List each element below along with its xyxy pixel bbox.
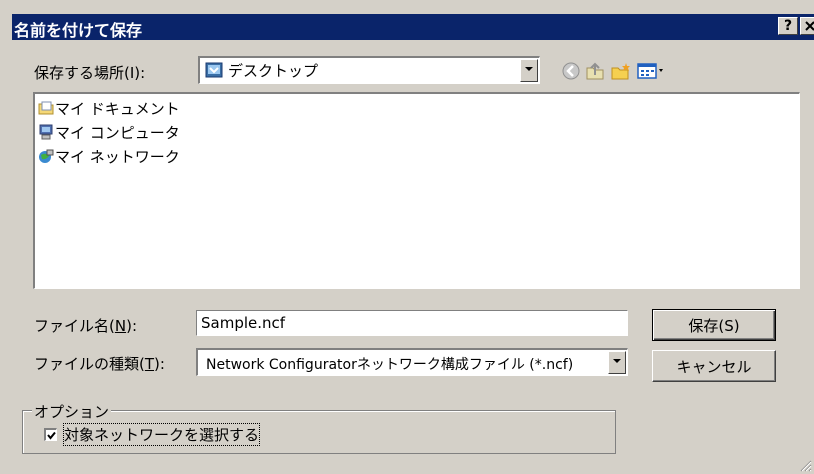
- resize-grip-icon[interactable]: [798, 458, 812, 472]
- close-button[interactable]: [800, 17, 814, 35]
- view-menu-icon[interactable]: [636, 60, 666, 82]
- save-as-dialog: 名前を付けて保存 ? 保存する場所(I): デスクトップ マイ ドキュメント マ…: [0, 0, 814, 474]
- save-in-dropdown-button[interactable]: [520, 59, 538, 82]
- file-type-label: ファイルの種類(T):: [34, 355, 165, 373]
- help-button[interactable]: ?: [778, 17, 798, 35]
- list-item-label: マイ ドキュメント: [55, 100, 180, 118]
- back-icon[interactable]: [560, 60, 582, 82]
- close-icon: [805, 21, 814, 31]
- select-network-label[interactable]: 対象ネットワークを選択する: [62, 423, 261, 446]
- file-name-field[interactable]: [196, 310, 628, 336]
- save-button[interactable]: 保存(S): [652, 309, 776, 341]
- save-in-value: デスクトップ: [228, 62, 319, 80]
- list-item-label: マイ コンピュータ: [55, 124, 180, 142]
- window-title: 名前を付けて保存: [14, 21, 143, 40]
- my-computer-icon: [39, 124, 53, 140]
- file-type-value: Network Configuratorネットワーク構成ファイル (*.ncf): [206, 357, 574, 373]
- save-in-combo[interactable]: デスクトップ: [198, 56, 540, 84]
- checkmark-icon: [47, 431, 56, 440]
- file-type-combo[interactable]: Network Configuratorネットワーク構成ファイル (*.ncf): [196, 348, 628, 376]
- title-bar[interactable]: 名前を付けて保存 ?: [12, 14, 814, 40]
- list-item[interactable]: マイ コンピュータ: [38, 122, 180, 144]
- desktop-icon: [205, 62, 223, 78]
- list-item[interactable]: マイ ネットワーク: [38, 146, 180, 168]
- list-item-label: マイ ネットワーク: [55, 148, 180, 166]
- file-name-label: ファイル名(N):: [34, 317, 137, 335]
- list-item[interactable]: マイ ドキュメント: [38, 98, 180, 120]
- up-folder-icon[interactable]: [584, 60, 606, 82]
- cancel-button[interactable]: キャンセル: [652, 350, 776, 382]
- options-legend: オプション: [32, 401, 112, 422]
- new-folder-icon[interactable]: [610, 60, 632, 82]
- file-type-dropdown-button[interactable]: [608, 351, 626, 374]
- file-list[interactable]: マイ ドキュメント マイ コンピュータ マイ ネットワーク: [33, 92, 800, 289]
- my-documents-icon: [38, 101, 54, 115]
- select-network-checkbox[interactable]: [44, 428, 57, 441]
- my-network-icon: [39, 149, 54, 163]
- save-in-label: 保存する場所(I):: [34, 64, 146, 82]
